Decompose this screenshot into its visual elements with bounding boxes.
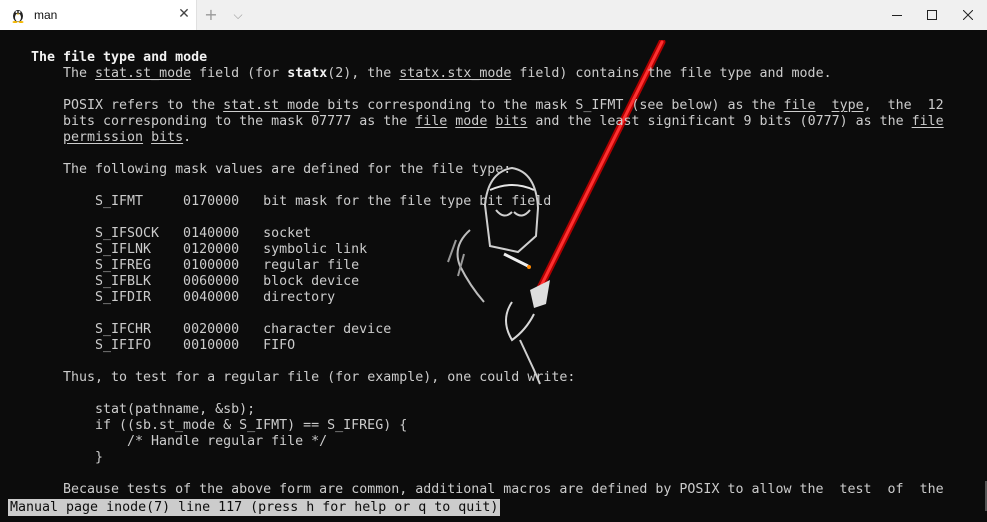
close-window-button[interactable] [950,0,986,30]
mask-table-row: S_IFBLK 0060000 block device [95,274,360,289]
tab-man[interactable]: man ✕ [0,0,197,30]
tux-linux-icon [12,10,24,23]
minimize-button[interactable] [879,0,915,30]
code-line: stat(pathname, &sb); [95,402,256,417]
new-tab-button[interactable]: + [202,5,220,25]
code-line: if ((sb.st_mode & S_IFMT) == S_IFREG) { [95,418,408,433]
mask-table-row: S_IFDIR 0040000 directory [95,290,336,305]
tab-title: man [34,8,58,22]
code-line: } [95,450,104,465]
title-bar: man ✕ + ⌵ [0,0,987,30]
code-line: /* Handle regular file */ [95,434,328,449]
pager-status-bar: Manual page inode(7) line 117 (press h f… [8,499,501,516]
darth-vader-lightsaber-art [447,40,666,385]
close-tab-icon[interactable]: ✕ [176,6,192,22]
text-line: permission bits. [63,130,192,145]
mask-table-row: S_IFLNK 0120000 symbolic link [95,242,368,257]
close-icon [963,10,973,20]
tab-dropdown-icon[interactable]: ⌵ [229,5,247,25]
mask-table-row: S_IFREG 0100000 regular file [95,258,360,273]
mask-table-row: S_IFCHR 0020000 character device [95,322,392,337]
text-line: POSIX refers to the stat.st_mode bits co… [63,98,944,113]
maximize-button[interactable] [914,0,950,30]
mask-table-row: S_IFMT 0170000 bit mask for the file typ… [95,194,552,209]
mask-table-row: S_IFIFO 0010000 FIFO [95,338,296,353]
text-line: Because tests of the above form are comm… [63,482,944,497]
text-line: The stat.st_mode field (for statx(2), th… [63,66,832,81]
mask-table-row: S_IFSOCK 0140000 socket [95,226,312,241]
terminal-pane[interactable]: The file type and mode The stat.st_mode … [0,30,987,522]
text-line: bits corresponding to the mask 07777 as … [63,114,944,129]
section-heading: The file type and mode [31,50,208,65]
maximize-icon [927,10,937,20]
text-line: Thus, to test for a regular file (for ex… [63,370,576,385]
minimize-icon [892,15,902,16]
text-line: The following mask values are defined fo… [63,162,512,177]
